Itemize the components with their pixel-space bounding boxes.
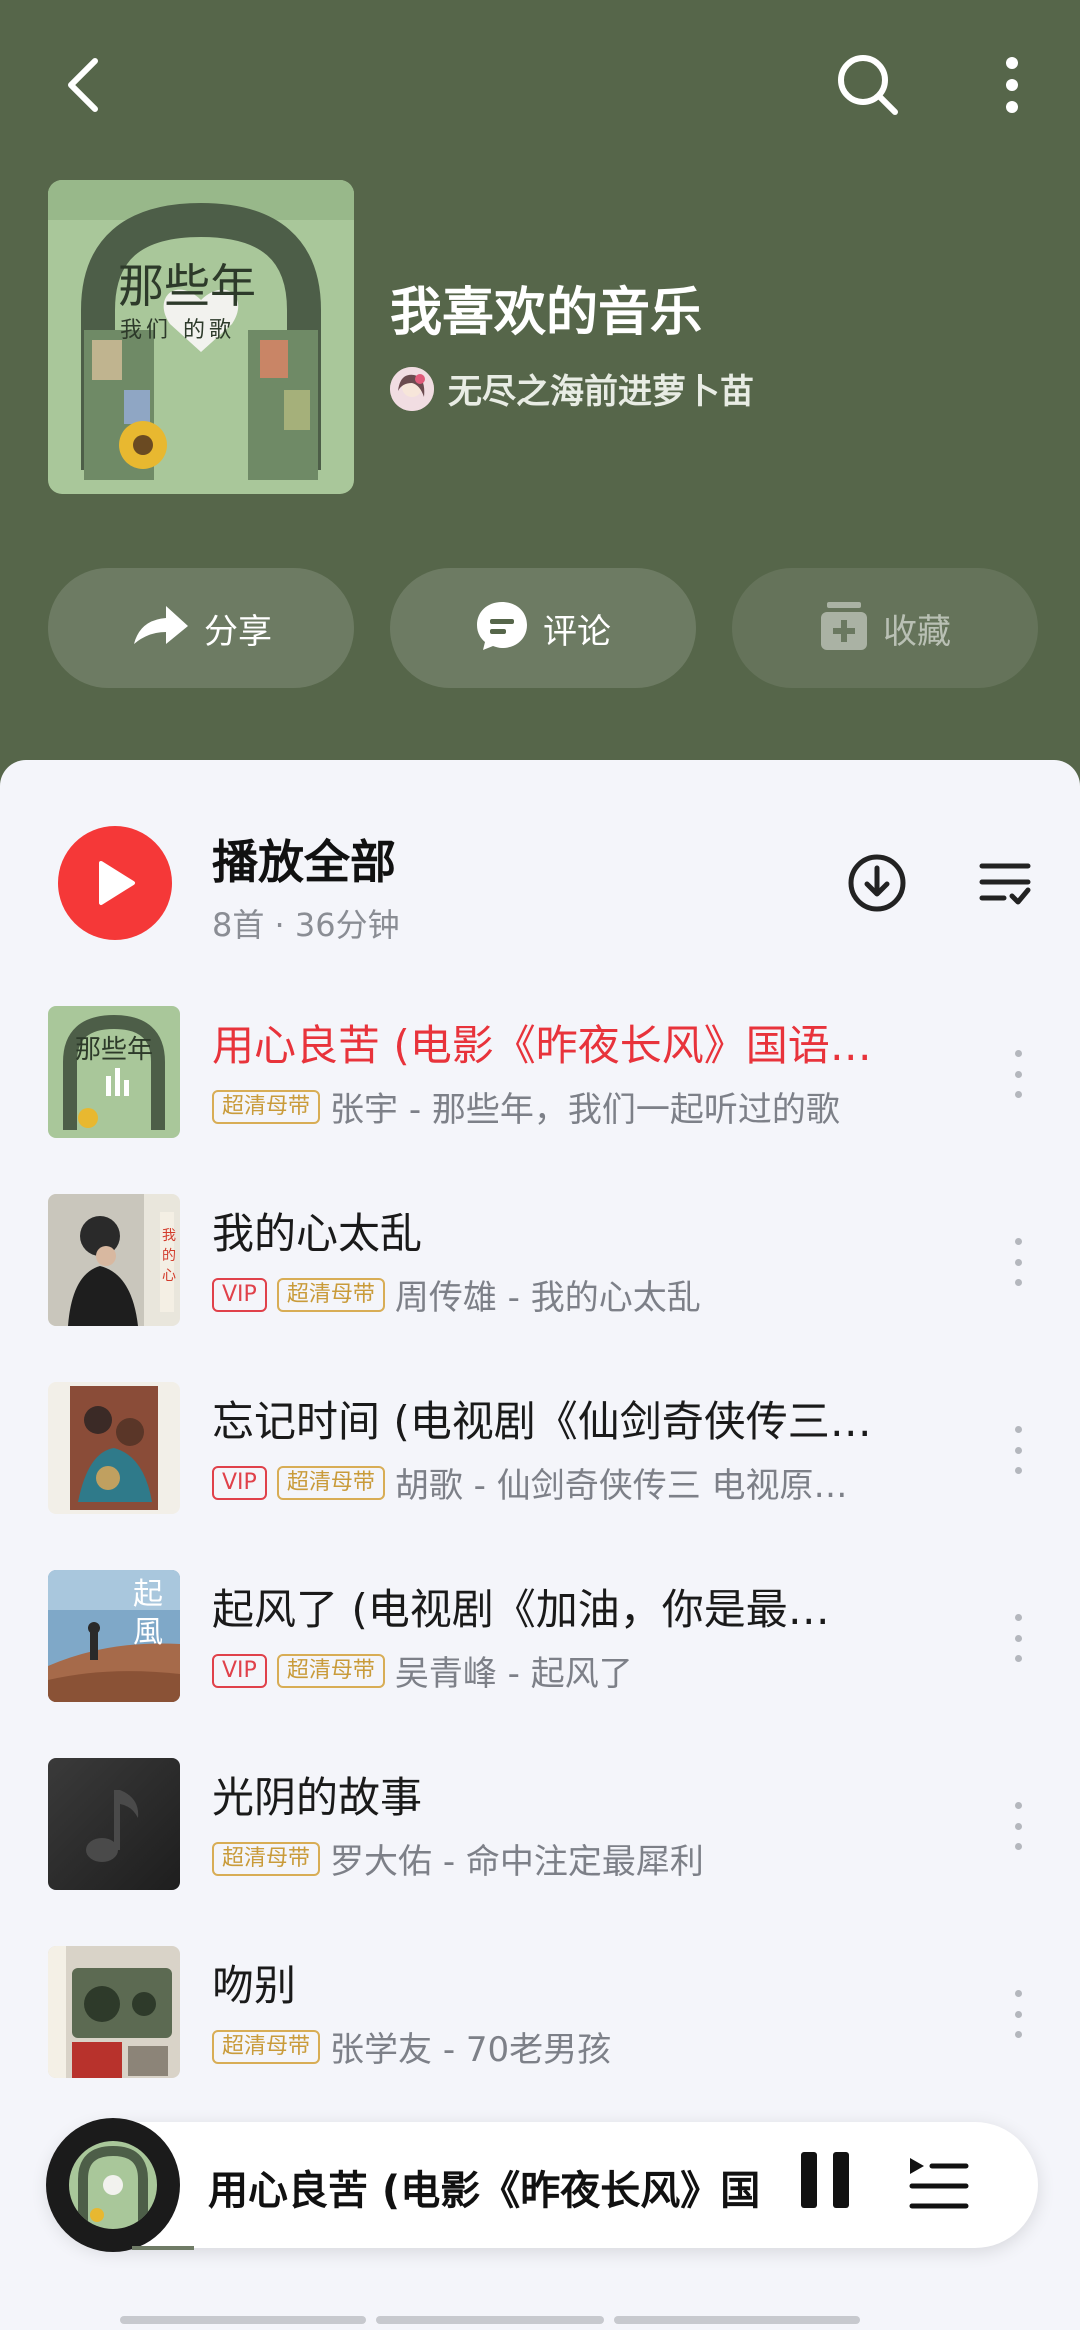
song-title: 光阴的故事 [212,1773,423,1822]
song-subtitle: 超清母带 罗大佑 - 命中注定最犀利 [212,1834,704,1883]
playlist-owner[interactable]: 无尽之海前进萝卜苗 [390,364,754,413]
sort-icon[interactable] [970,848,1040,918]
mini-player-title[interactable]: 用心良苦 (电影《昨夜长风》国 [208,2158,808,2216]
cover-title-text: 那些年 [118,259,256,313]
quality-badge: 超清母带 [276,1653,385,1688]
song-subtitle: VIP 超清母带 周传雄 - 我的心太乱 [212,1270,701,1319]
search-icon[interactable] [828,40,908,130]
quality-badge: 超清母带 [212,1841,321,1876]
svg-text:起: 起 [133,1577,163,1612]
song-title: 忘记时间 (电视剧《仙剑奇侠传三… [212,1397,872,1446]
quality-badge: 超清母带 [212,1089,321,1124]
mini-player[interactable]: 用心良苦 (电影《昨夜长风》国 [46,2118,1038,2252]
system-nav-bar [120,2316,970,2324]
song-artist: 张学友 - 70老男孩 [330,2030,612,2070]
cover-subtitle-text: 我们 的歌 [120,318,235,343]
vip-badge: VIP [212,1653,267,1688]
playlist-title: 我喜欢的音乐 [390,283,703,343]
share-button[interactable]: 分享 [48,568,354,688]
vip-badge: VIP [212,1465,267,1500]
collect-button[interactable]: 收藏 [732,568,1038,688]
more-icon[interactable] [980,40,1044,130]
song-artist: 吴青峰 - 起风了 [394,1654,633,1694]
play-icon [99,861,135,905]
quality-badge: 超清母带 [212,2029,321,2064]
song-row[interactable]: 吻别 超清母带 张学友 - 70老男孩 [0,1940,1080,2090]
song-title: 用心良苦 (电影《昨夜长风》国语… [212,1021,872,1070]
svg-text:的: 的 [162,1248,176,1264]
share-icon [130,604,190,652]
song-row[interactable]: 我的心 我的心太乱 VIP 超清母带 周传雄 - 我的心太乱 [0,1188,1080,1338]
svg-text:心: 心 [162,1268,176,1284]
playlist-cover[interactable]: 那些年 我们 的歌 [48,180,354,494]
song-cover: 起風 [48,1570,180,1702]
svg-text:我: 我 [162,1228,176,1244]
song-title: 吻别 [212,1961,297,2010]
song-artist: 张宇 - 那些年，我们一起听过的歌 [330,1090,840,1130]
collect-icon [819,600,869,656]
collect-label: 收藏 [883,611,951,652]
download-icon[interactable] [842,848,912,918]
nav-segment [376,2316,604,2324]
song-subtitle: 超清母带 张学友 - 70老男孩 [212,2022,611,2071]
playlist-header: 那些年 我们 的歌 我喜欢的音乐 无尽之海前进萝卜苗 分享 评论 收藏 [0,0,1080,780]
comment-icon [475,600,529,656]
song-row[interactable]: 那些年 用心良苦 (电影《昨夜长风》国语… 超清母带 张宇 - 那些年，我们一起… [0,1000,1080,1150]
song-subtitle: VIP 超清母带 胡歌 - 仙剑奇侠传三 电视原… [212,1458,848,1507]
song-cover [48,1946,180,2078]
play-all-label[interactable]: 播放全部 [212,826,396,892]
comment-label: 评论 [543,611,611,652]
song-cover [48,1758,180,1890]
nav-segment [614,2316,860,2324]
pause-icon[interactable] [790,2152,860,2218]
svg-text:那些年: 那些年 [75,1035,153,1065]
song-cover: 那些年 [48,1006,180,1138]
song-cover: 我的心 [48,1194,180,1326]
mini-player-disc[interactable] [46,2118,180,2252]
vip-badge: VIP [212,1277,267,1312]
song-more-icon[interactable] [1004,1608,1032,1668]
playlist-icon[interactable] [904,2152,974,2218]
song-row[interactable]: 忘记时间 (电视剧《仙剑奇侠传三… VIP 超清母带 胡歌 - 仙剑奇侠传三 电… [0,1376,1080,1526]
svg-text:風: 風 [133,1615,163,1650]
comment-button[interactable]: 评论 [390,568,696,688]
play-all-button[interactable] [58,826,172,940]
song-title: 起风了 (电视剧《加油，你是最… [212,1585,830,1634]
playback-progress [132,2246,194,2250]
song-more-icon[interactable] [1004,1044,1032,1104]
song-artist: 罗大佑 - 命中注定最犀利 [330,1842,704,1882]
song-list-panel [0,760,1080,2330]
back-icon[interactable] [48,40,118,130]
song-cover [48,1382,180,1514]
nav-segment [120,2316,366,2324]
song-subtitle: VIP 超清母带 吴青峰 - 起风了 [212,1646,633,1695]
song-more-icon[interactable] [1004,1796,1032,1856]
song-subtitle: 超清母带 张宇 - 那些年，我们一起听过的歌 [212,1082,840,1131]
song-row[interactable]: 起風 起风了 (电视剧《加油，你是最… VIP 超清母带 吴青峰 - 起风了 [0,1564,1080,1714]
quality-badge: 超清母带 [276,1277,385,1312]
song-row[interactable]: 光阴的故事 超清母带 罗大佑 - 命中注定最犀利 [0,1752,1080,1902]
song-artist: 周传雄 - 我的心太乱 [394,1278,701,1318]
song-artist: 胡歌 - 仙剑奇侠传三 电视原… [394,1466,848,1506]
song-more-icon[interactable] [1004,1420,1032,1480]
share-label: 分享 [204,611,272,652]
playlist-meta: 8首 · 36分钟 [212,906,400,944]
quality-badge: 超清母带 [276,1465,385,1500]
owner-name[interactable]: 无尽之海前进萝卜苗 [448,364,754,413]
owner-avatar[interactable] [390,366,434,411]
song-title: 我的心太乱 [212,1209,423,1258]
song-more-icon[interactable] [1004,1232,1032,1292]
song-more-icon[interactable] [1004,1984,1032,2044]
